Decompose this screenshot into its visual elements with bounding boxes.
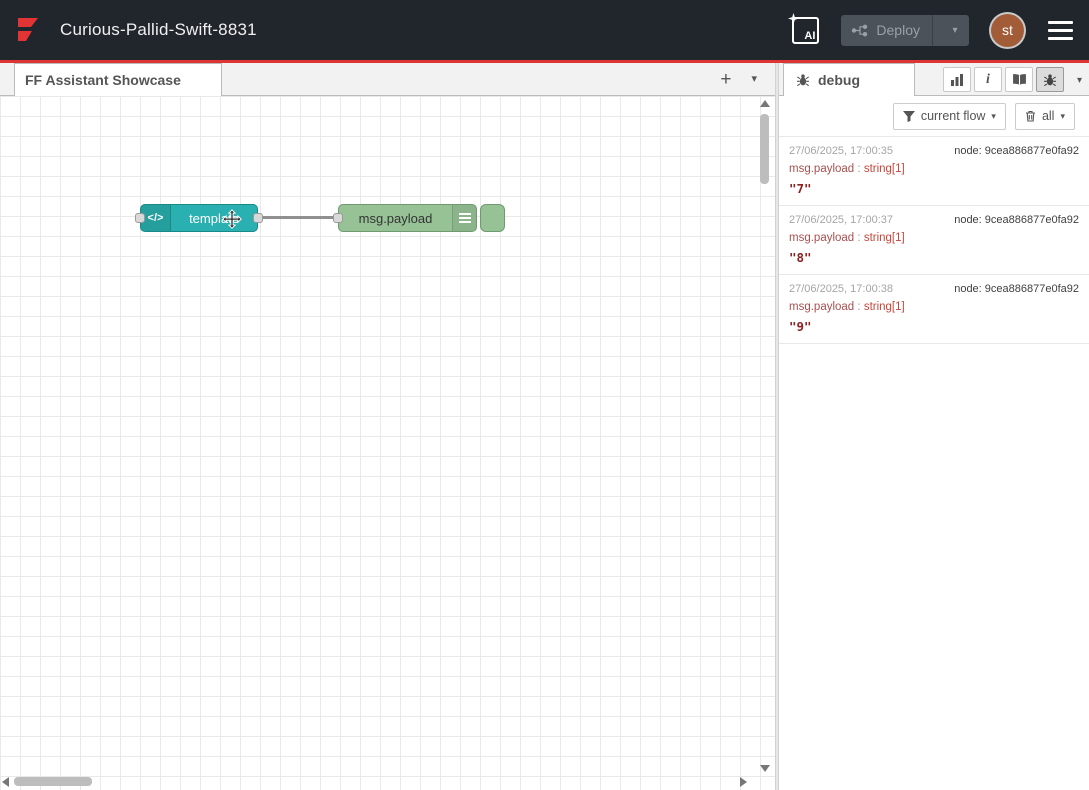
scroll-right-arrow-icon[interactable] [740, 777, 747, 787]
flowfuse-logo-icon [14, 15, 48, 45]
property-type: string[1] [864, 232, 905, 244]
menu-bar [1048, 21, 1073, 24]
app-window: Curious-Pallid-Swift-8831 AI Deploy ▾ [0, 0, 1089, 790]
deploy-divider [932, 15, 933, 46]
debug-message-timestamp: 27/06/2025, 17:00:38 [789, 283, 893, 295]
horizontal-scroll-thumb[interactable] [14, 777, 92, 786]
sidebar-tab-info[interactable]: i [974, 67, 1002, 92]
book-icon [1012, 73, 1027, 86]
ai-assistant-button[interactable]: AI [792, 17, 819, 44]
debug-message-timestamp: 27/06/2025, 17:00:35 [789, 145, 893, 157]
sidebar-tab-debug-label: debug [818, 72, 860, 88]
flow-list-caret-icon[interactable]: ▾ [751, 74, 757, 85]
debug-message-node-id: node: 9cea886877e0fa92 [954, 283, 1079, 295]
node-debug-label: msg.payload [339, 205, 452, 231]
hamburger-menu-icon[interactable] [1046, 17, 1075, 44]
debug-clear-button[interactable]: all ▾ [1015, 103, 1075, 130]
bug-icon [1043, 73, 1057, 87]
clear-caret-icon: ▾ [1060, 112, 1065, 121]
mouse-move-cursor [221, 209, 243, 231]
debug-message-meta: 27/06/2025, 17:00:37 node: 9cea886877e0f… [789, 214, 1079, 226]
sidebar-tab-debug[interactable]: debug [783, 63, 915, 96]
workspace-tab-actions: + ▾ [720, 63, 757, 96]
debug-message[interactable]: 27/06/2025, 17:00:35 node: 9cea886877e0f… [779, 137, 1089, 206]
property-path: msg.payload [789, 301, 854, 313]
flowfuse-logo[interactable] [14, 15, 48, 45]
sidebar-tab-dashboard[interactable] [943, 67, 971, 92]
debug-message-meta: 27/06/2025, 17:00:35 node: 9cea886877e0f… [789, 145, 1079, 157]
scroll-down-arrow-icon[interactable] [760, 765, 770, 772]
sidebar-tabbar: debug i [779, 63, 1089, 96]
instance-title: Curious-Pallid-Swift-8831 [60, 20, 257, 40]
sidebar-tab-debug-icon[interactable] [1036, 67, 1064, 92]
menu-bar [1048, 37, 1073, 40]
user-avatar[interactable]: st [991, 14, 1024, 47]
property-separator: : [854, 163, 864, 175]
debug-message[interactable]: 27/06/2025, 17:00:37 node: 9cea886877e0f… [779, 206, 1089, 275]
flow-canvas[interactable]: </> template msg.payload [0, 96, 775, 790]
debug-message-node-id: node: 9cea886877e0fa92 [954, 214, 1079, 226]
menu-bar [1048, 29, 1073, 32]
property-type: string[1] [864, 163, 905, 175]
debug-message-list: 27/06/2025, 17:00:35 node: 9cea886877e0f… [779, 136, 1089, 790]
main-area: FF Assistant Showcase + ▾ </> template m… [0, 63, 1089, 790]
debug-message-property: msg.payload : string[1] [789, 163, 1079, 175]
workspace-tabbar: FF Assistant Showcase + ▾ [0, 63, 775, 96]
debug-message-value[interactable]: "7" [789, 181, 1079, 196]
deploy-caret-icon[interactable]: ▾ [941, 25, 969, 36]
debug-input-port[interactable] [333, 213, 343, 223]
canvas-vertical-scrollbar[interactable] [758, 98, 771, 774]
workspace-tab-label: FF Assistant Showcase [25, 72, 181, 88]
sidebar-tabs-caret-icon[interactable]: ▾ [1077, 75, 1082, 86]
bar-chart-icon [950, 74, 964, 86]
debug-message-property: msg.payload : string[1] [789, 232, 1079, 244]
debug-message-node-id: node: 9cea886877e0fa92 [954, 145, 1079, 157]
property-path: msg.payload [789, 232, 854, 244]
deploy-label: Deploy [876, 22, 920, 38]
bug-icon [796, 73, 810, 87]
template-input-port[interactable] [135, 213, 145, 223]
node-debug[interactable]: msg.payload [338, 204, 477, 232]
debug-message[interactable]: 27/06/2025, 17:00:38 node: 9cea886877e0f… [779, 275, 1089, 344]
sparkle-icon [788, 13, 799, 24]
info-icon: i [986, 72, 990, 88]
debug-clear-label: all [1042, 109, 1055, 123]
sidebar: debug i [779, 63, 1089, 790]
node-template-label: template [171, 205, 257, 231]
filter-funnel-icon [903, 111, 915, 122]
trash-icon [1025, 110, 1036, 122]
template-output-port[interactable] [253, 213, 263, 223]
property-path: msg.payload [789, 163, 854, 175]
debug-message-timestamp: 27/06/2025, 17:00:37 [789, 214, 893, 226]
debug-enable-toggle[interactable] [480, 204, 505, 232]
debug-message-value[interactable]: "9" [789, 319, 1079, 334]
deploy-button[interactable]: Deploy ▾ [841, 15, 969, 46]
debug-console-icon [452, 205, 476, 231]
scroll-up-arrow-icon[interactable] [760, 100, 770, 107]
sidebar-icon-tabs: i [943, 67, 1064, 92]
template-icon: </> [141, 205, 171, 231]
sidebar-tab-help[interactable] [1005, 67, 1033, 92]
add-flow-button[interactable]: + [720, 70, 731, 89]
debug-message-property: msg.payload : string[1] [789, 301, 1079, 313]
ai-label: AI [804, 30, 815, 42]
property-separator: : [854, 301, 864, 313]
wire-template-to-debug[interactable] [256, 216, 340, 219]
vertical-scroll-thumb[interactable] [760, 114, 769, 184]
debug-filter-button[interactable]: current flow ▾ [893, 103, 1006, 130]
tab-ff-assistant-showcase[interactable]: FF Assistant Showcase [14, 63, 222, 96]
scroll-left-arrow-icon[interactable] [2, 777, 9, 787]
editor-pane: FF Assistant Showcase + ▾ </> template m… [0, 63, 775, 790]
deploy-icon [851, 24, 868, 37]
debug-filter-label: current flow [921, 109, 986, 123]
debug-message-meta: 27/06/2025, 17:00:38 node: 9cea886877e0f… [789, 283, 1079, 295]
property-type: string[1] [864, 301, 905, 313]
header: Curious-Pallid-Swift-8831 AI Deploy ▾ [0, 0, 1089, 63]
canvas-horizontal-scrollbar[interactable] [2, 775, 747, 788]
header-actions: AI Deploy ▾ st [792, 14, 1075, 47]
property-separator: : [854, 232, 864, 244]
debug-message-value[interactable]: "8" [789, 250, 1079, 265]
filter-caret-icon: ▾ [991, 112, 996, 121]
debug-toolbar: current flow ▾ all ▾ [779, 96, 1089, 136]
